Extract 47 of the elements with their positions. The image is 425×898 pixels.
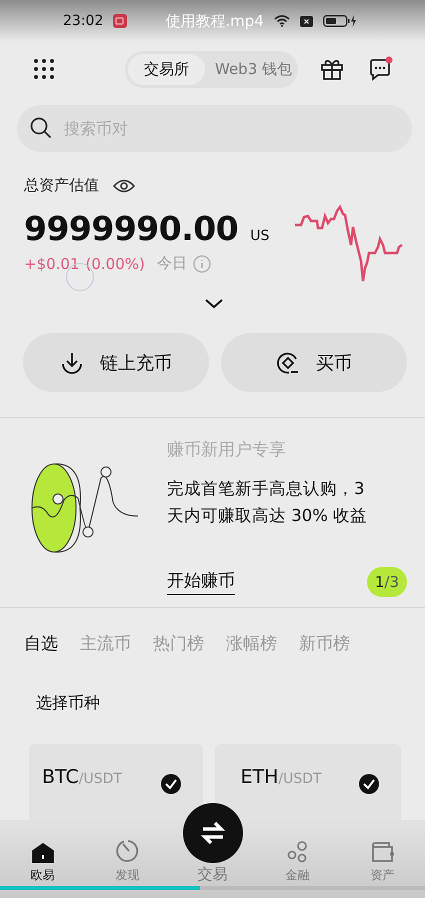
wifi-icon [274,15,290,27]
section-title: 选择币种 [36,693,101,714]
start-earning-link[interactable]: 开始赚币 [167,569,235,595]
coin-icon [276,350,300,374]
market-tab[interactable]: 新币榜 [299,632,350,655]
currency-label: US [250,228,270,244]
chevron-down-icon[interactable] [204,299,222,309]
change-amount: +$0.01 [24,254,80,272]
message-icon[interactable] [368,56,394,82]
wallet-icon [370,841,394,863]
eye-icon[interactable] [113,178,135,192]
download-icon [60,350,84,374]
search-icon [30,117,52,139]
market-tab[interactable]: 主流币 [80,632,131,655]
status-time: 23:02 [63,13,104,29]
bubbles-icon [286,841,308,863]
deposit-button[interactable]: 链上充币 [23,333,209,392]
home-icon [32,843,54,863]
period-label: 今日 [156,254,187,273]
asset-amount: 9999990.00 [24,209,238,248]
pair-name: ETH/USDT [240,766,322,788]
nav-item[interactable]: 发现 [85,839,170,884]
mode-tab[interactable]: 交易所 [128,54,205,84]
promo-title: 赚币新用户专享 [167,439,287,461]
nav-item[interactable]: 欧易 [0,843,85,884]
market-tab[interactable]: 涨幅榜 [226,632,277,655]
pair-name: BTC/USDT [42,766,122,788]
sim-off-icon [300,16,313,26]
gift-icon[interactable] [320,57,344,81]
market-tab[interactable]: 热门榜 [153,632,204,655]
grid-menu-icon[interactable] [33,58,55,80]
change-percent: (0.00%) [86,254,145,272]
nav-item[interactable]: 金融 [255,841,340,884]
recording-icon [113,14,128,28]
market-tab[interactable]: 自选 [24,632,58,655]
check-icon[interactable] [160,774,180,794]
total-assets-label: 总资产估值 [24,176,99,195]
swap-icon [198,821,226,845]
mode-tab[interactable]: Web3 钱包 [205,54,296,84]
check-icon[interactable] [359,774,379,794]
page-indicator: 1/3 [366,567,407,597]
dial-icon [116,839,140,863]
video-title: 使用教程.mp4 [165,12,264,30]
nav-item[interactable]: 资产 [340,841,425,884]
buy-button[interactable]: 买币 [221,333,407,392]
promo-text: 完成首笔新手高息认购，3 天内可赚取高达 30% 收益 [167,478,368,527]
battery-charging-icon [322,15,357,27]
